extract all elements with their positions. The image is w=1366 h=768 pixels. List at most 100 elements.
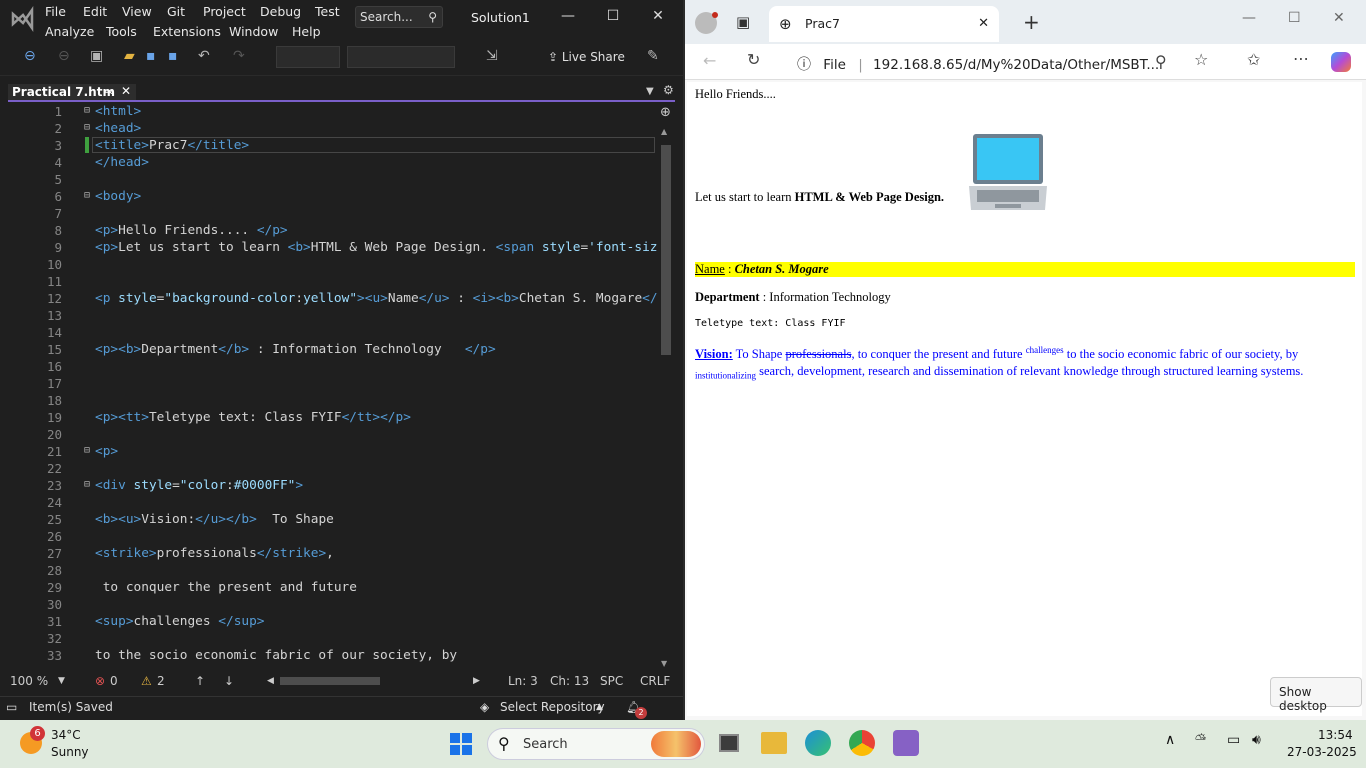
fold-toggle-icon[interactable]: ⊟ <box>84 190 90 201</box>
menu-edit[interactable]: Edit <box>83 4 107 19</box>
menu-extensions[interactable]: Extensions <box>153 24 221 39</box>
zoom-icon[interactable]: ⚲ <box>1155 52 1167 71</box>
volume-icon[interactable]: 🔊︎ <box>1252 732 1261 748</box>
code-line[interactable]: <body> <box>95 189 141 204</box>
error-icon[interactable]: ⊗ <box>95 674 105 688</box>
scroll-thumb[interactable] <box>661 145 671 355</box>
menu-debug[interactable]: Debug <box>260 4 301 19</box>
code-line[interactable]: to the socio economic fabric of our soci… <box>95 648 457 663</box>
visual-studio-taskbar-icon[interactable] <box>893 730 919 756</box>
pointer-tool-icon[interactable]: ⇲ <box>486 48 498 64</box>
back-nav-icon[interactable]: ⊖ <box>24 48 36 64</box>
edge-taskbar-icon[interactable] <box>805 730 831 756</box>
tab-actions-icon[interactable]: ▣ <box>736 13 750 31</box>
menu-analyze[interactable]: Analyze <box>45 24 94 39</box>
tray-overflow-icon[interactable]: ∧ <box>1165 732 1175 748</box>
code-line[interactable]: <p style="background-color:yellow"><u>Na… <box>95 291 658 306</box>
browser-tab-prac7[interactable]: ⊕ Prac7 ✕ <box>769 6 999 42</box>
code-line[interactable]: <sup>challenges </sup> <box>95 614 265 629</box>
minimize-icon[interactable]: — <box>560 8 576 24</box>
forward-nav-icon[interactable]: ⊖ <box>58 48 70 64</box>
config-dropdown[interactable] <box>276 46 340 68</box>
code-line[interactable]: <p>Hello Friends.... </p> <box>95 223 288 238</box>
prev-issue-icon[interactable]: ↑ <box>195 674 205 688</box>
code-line[interactable]: <strike>professionals</strike>, <box>95 546 334 561</box>
whitespace-mode[interactable]: SPC <box>600 674 623 688</box>
chrome-taskbar-icon[interactable] <box>849 730 875 756</box>
code-line[interactable]: <html> <box>95 104 141 119</box>
menu-test[interactable]: Test <box>315 4 340 19</box>
tab-dropdown-icon[interactable]: ▼ <box>646 86 654 97</box>
menu-window[interactable]: Window <box>229 24 278 39</box>
address-bar[interactable]: ⓘ File | 192.168.8.65/d/My%20Data/Other/… <box>785 48 1215 76</box>
task-view-icon[interactable] <box>719 734 739 752</box>
network-icon[interactable]: ▭ <box>1227 732 1240 748</box>
code-line[interactable]: to conquer the present and future <box>95 580 357 595</box>
back-icon[interactable]: ← <box>703 51 716 70</box>
more-menu-icon[interactable]: ⋯ <box>1293 49 1309 68</box>
code-line[interactable]: <p>Let us start to learn <b>HTML & Web P… <box>95 240 658 255</box>
settings-gear-icon[interactable]: ⚙ <box>663 83 674 97</box>
file-explorer-icon[interactable] <box>761 732 787 754</box>
clock-date[interactable]: 27-03-2025 <box>1287 745 1357 759</box>
zoom-level[interactable]: 100 % <box>10 674 48 688</box>
code-line[interactable]: <head> <box>95 121 141 136</box>
menu-help[interactable]: Help <box>292 24 321 39</box>
menu-git[interactable]: Git <box>167 4 185 19</box>
code-line[interactable]: <p><tt>Teletype text: Class FYIF</tt></p… <box>95 410 411 425</box>
line-endings[interactable]: CRLF <box>640 674 670 688</box>
favorites-icon[interactable]: ✩ <box>1247 50 1260 69</box>
feedback-icon[interactable]: ✎ <box>647 48 659 64</box>
open-folder-icon[interactable]: ▰ <box>124 48 135 64</box>
scroll-down-icon[interactable]: ▼ <box>661 659 667 668</box>
split-icon[interactable]: ⊕ <box>660 105 671 120</box>
new-project-icon[interactable]: ▣ <box>90 48 103 64</box>
fold-toggle-icon[interactable]: ⊟ <box>84 445 90 456</box>
maximize-icon[interactable]: ☐ <box>605 8 621 24</box>
favorite-star-icon[interactable]: ☆ <box>1194 50 1208 69</box>
tray-app-icon[interactable]: ⛅︎ <box>1195 732 1206 748</box>
code-line[interactable]: </head> <box>95 155 149 170</box>
clock-time[interactable]: 13:54 <box>1318 728 1353 742</box>
browser-minimize-icon[interactable]: — <box>1242 10 1256 26</box>
tab-close-icon[interactable]: ✕ <box>121 84 131 98</box>
undo-icon[interactable]: ↶ <box>198 48 210 64</box>
code-line[interactable]: <p> <box>95 444 118 459</box>
hscroll-left-icon[interactable]: ◀ <box>267 676 274 686</box>
code-line[interactable]: <title>Prac7</title> <box>95 138 249 153</box>
windows-start-icon[interactable] <box>450 733 472 755</box>
scroll-up-icon[interactable]: ▲ <box>661 127 667 136</box>
live-share-button[interactable]: ⇪ Live Share <box>548 50 625 64</box>
select-repository[interactable]: Select Repository <box>500 700 605 714</box>
horizontal-scrollbar[interactable] <box>280 677 380 685</box>
platform-dropdown[interactable] <box>347 46 455 68</box>
save-icon[interactable]: ▪ <box>146 48 156 64</box>
menu-project[interactable]: Project <box>203 4 246 19</box>
vs-search-box[interactable]: Search... ⚲ <box>355 6 443 28</box>
hscroll-right-icon[interactable]: ▶ <box>473 676 480 686</box>
code-line[interactable]: <b><u>Vision:</u></b> To Shape <box>95 512 334 527</box>
repo-dropdown-icon[interactable]: ▲ <box>596 702 603 712</box>
fold-toggle-icon[interactable]: ⊟ <box>84 105 90 116</box>
info-icon[interactable]: ⓘ <box>797 57 811 73</box>
code-line[interactable]: <div style="color:#0000FF"> <box>95 478 303 493</box>
browser-maximize-icon[interactable]: ☐ <box>1288 10 1301 26</box>
code-line[interactable]: <p><b>Department</b> : Information Techn… <box>95 342 496 357</box>
new-tab-icon[interactable]: + <box>1023 10 1040 34</box>
close-icon[interactable]: ✕ <box>650 8 666 24</box>
save-all-icon[interactable]: ▪ <box>168 48 178 64</box>
browser-close-icon[interactable]: ✕ <box>1333 10 1345 26</box>
browser-tab-close-icon[interactable]: ✕ <box>978 16 989 31</box>
weather-condition[interactable]: Sunny <box>51 745 89 759</box>
menu-tools[interactable]: Tools <box>106 24 137 39</box>
menu-file[interactable]: File <box>45 4 66 19</box>
pin-icon[interactable]: ⊸ <box>104 85 114 99</box>
menu-view[interactable]: View <box>122 4 152 19</box>
taskbar-search[interactable]: ⚲ Search <box>487 728 705 760</box>
warning-icon[interactable]: ⚠ <box>141 674 152 688</box>
copilot-icon[interactable] <box>1331 52 1351 72</box>
next-issue-icon[interactable]: ↓ <box>224 674 234 688</box>
fold-toggle-icon[interactable]: ⊟ <box>84 479 90 490</box>
redo-icon[interactable]: ↷ <box>233 48 245 64</box>
weather-temp[interactable]: 34°C <box>51 728 81 742</box>
